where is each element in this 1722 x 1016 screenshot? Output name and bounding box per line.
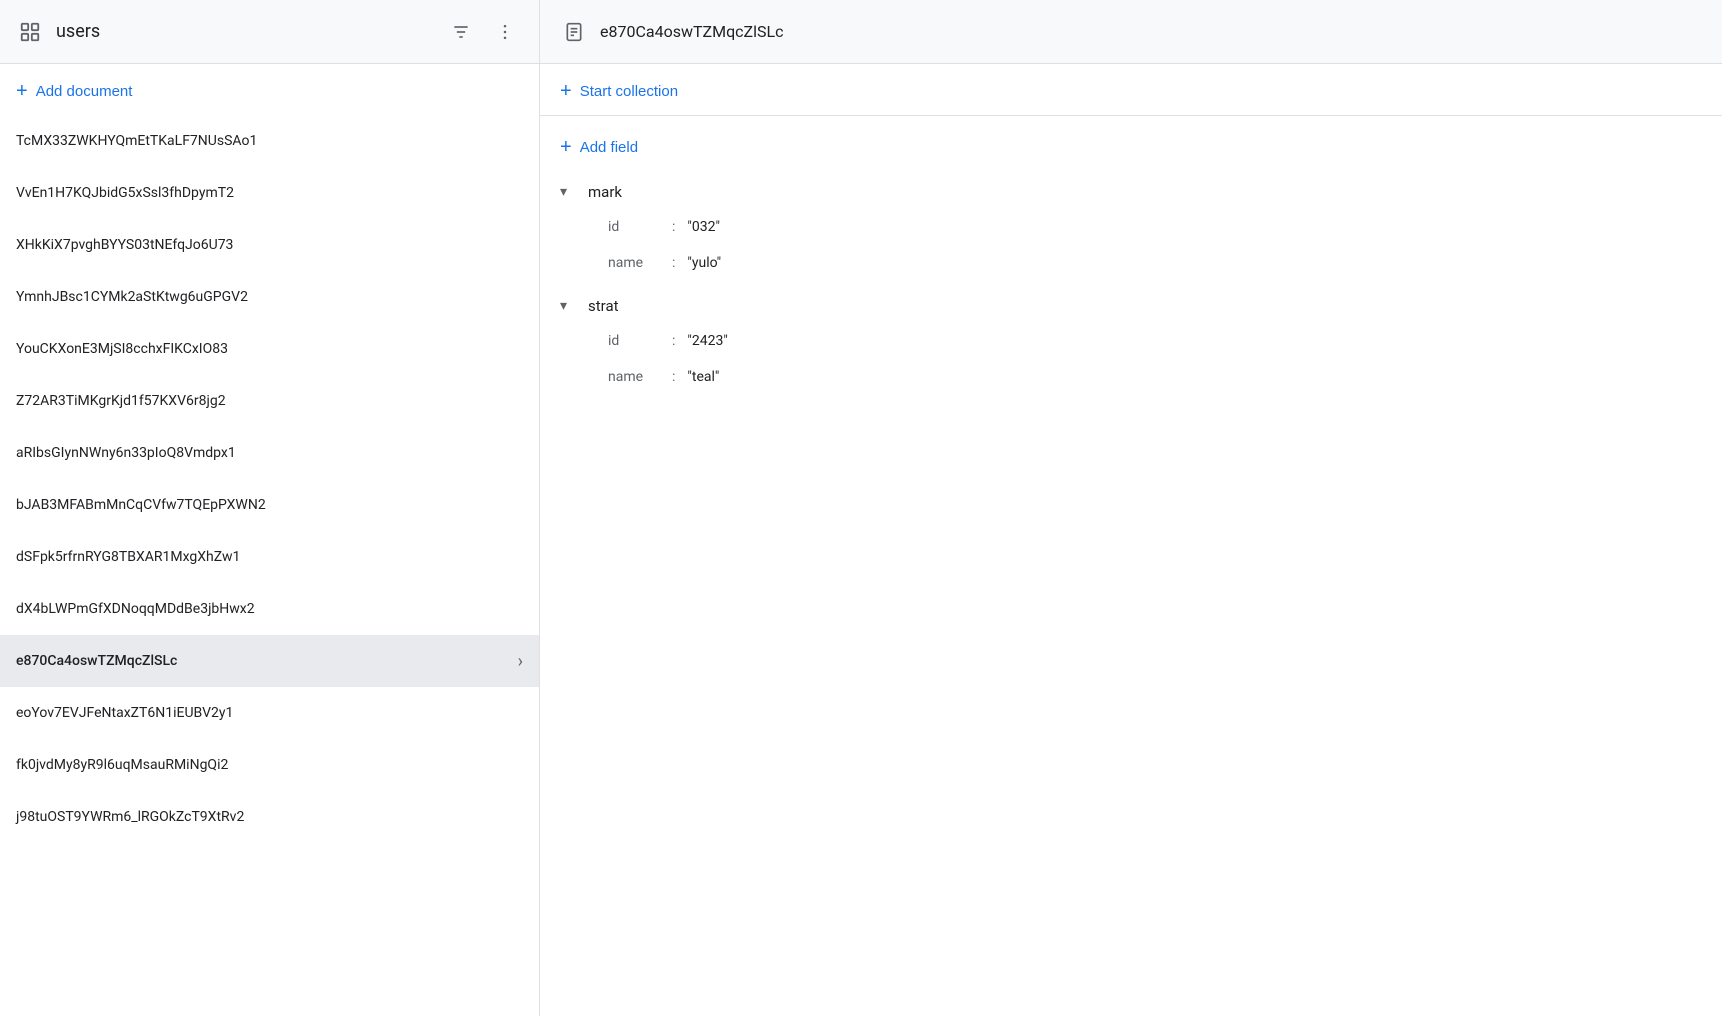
list-item[interactable]: fk0jvdMy8yR9l6uqMsauRMiNgQi2 <box>0 739 539 791</box>
list-item-text: VvEn1H7KQJbidG5xSsl3fhDpymT2 <box>16 185 523 201</box>
add-document-label: Add document <box>36 83 133 100</box>
list-item[interactable]: e870Ca4oswTZMqcZlSLc› <box>0 635 539 687</box>
field-section-header[interactable]: ▾ mark <box>560 175 1702 209</box>
more-options-button[interactable] <box>487 14 523 50</box>
field-entry: id: "2423" <box>608 323 1702 359</box>
fields-container: ▾ mark id: "032" name: "yulo" ▾ strat id: "2423" n… <box>560 175 1702 395</box>
right-panel: + Start collection + Add field ▾ mark id: "… <box>540 64 1722 1016</box>
field-entry-value: "yulo" <box>687 255 721 271</box>
list-item[interactable]: YmnhJBsc1CYMk2aStKtwg6uGPGV2 <box>0 271 539 323</box>
list-item[interactable]: XHkKiX7pvghBYYS03tNEfqJo6U73 <box>0 219 539 271</box>
left-panel-header: users <box>0 0 540 63</box>
list-item[interactable]: YouCKXonE3MjSI8cchxFIKCxIO83 <box>0 323 539 375</box>
start-collection-button[interactable]: + Start collection <box>560 80 678 103</box>
field-entry-key: id <box>608 219 668 235</box>
field-entries: id: "032" name: "yulo" <box>560 209 1702 281</box>
document-list: TcMX33ZWKHYQmEtTKaLF7NUsSAo1 VvEn1H7KQJbi… <box>0 115 539 1016</box>
list-item-text: e870Ca4oswTZMqcZlSLc <box>16 653 518 669</box>
field-name-label: strat <box>588 297 619 315</box>
list-item-text: Z72AR3TiMKgrKjd1f57KXV6r8jg2 <box>16 393 523 409</box>
list-item-text: bJAB3MFABmMnCqCVfw7TQEpPXWN2 <box>16 497 523 513</box>
chevron-down-icon: ▾ <box>560 298 580 314</box>
field-name-label: mark <box>588 183 622 201</box>
list-item-text: dX4bLWPmGfXDNoqqMDdBe3jbHwx2 <box>16 601 523 617</box>
list-item-text: YmnhJBsc1CYMk2aStKtwg6uGPGV2 <box>16 289 523 305</box>
list-item-text: YouCKXonE3MjSI8cchxFIKCxIO83 <box>16 341 523 357</box>
header-actions <box>443 14 523 50</box>
field-entry-separator: : <box>672 219 675 235</box>
list-item[interactable]: VvEn1H7KQJbidG5xSsl3fhDpymT2 <box>0 167 539 219</box>
document-title: e870Ca4oswTZMqcZlSLc <box>600 22 784 41</box>
field-entry-key: id <box>608 333 668 349</box>
field-entry: name: "yulo" <box>608 245 1702 281</box>
list-item[interactable]: eoYov7EVJFeNtaxZT6N1iEUBV2y1 <box>0 687 539 739</box>
field-entry: id: "032" <box>608 209 1702 245</box>
list-item-text: j98tuOST9YWRm6_lRGOkZcT9XtRv2 <box>16 809 523 825</box>
field-entry-value: "032" <box>687 219 720 235</box>
list-item[interactable]: j98tuOST9YWRm6_lRGOkZcT9XtRv2 <box>0 791 539 843</box>
field-entry-value: "2423" <box>687 333 727 349</box>
list-item-text: eoYov7EVJFeNtaxZT6N1iEUBV2y1 <box>16 705 523 721</box>
list-item-text: aRIbsGIynNWny6n33pIoQ8Vmdpx1 <box>16 445 523 461</box>
collection-title: users <box>56 21 431 42</box>
add-field-label: Add field <box>580 139 638 156</box>
field-entry: name: "teal" <box>608 359 1702 395</box>
main-content: + Add document TcMX33ZWKHYQmEtTKaLF7NUsS… <box>0 64 1722 1016</box>
list-item-text: fk0jvdMy8yR9l6uqMsauRMiNgQi2 <box>16 757 523 773</box>
field-entry-key: name <box>608 369 668 385</box>
collection-icon <box>16 18 44 46</box>
chevron-right-icon: › <box>518 651 523 672</box>
field-entry-key: name <box>608 255 668 271</box>
field-entries: id: "2423" name: "teal" <box>560 323 1702 395</box>
field-entry-value: "teal" <box>687 369 719 385</box>
field-section: ▾ mark id: "032" name: "yulo" <box>560 175 1702 281</box>
add-field-plus-icon: + <box>560 136 572 159</box>
list-item[interactable]: Z72AR3TiMKgrKjd1f57KXV6r8jg2 <box>0 375 539 427</box>
list-item[interactable]: TcMX33ZWKHYQmEtTKaLF7NUsSAo1 <box>0 115 539 167</box>
start-collection-label: Start collection <box>580 83 678 100</box>
list-item[interactable]: dX4bLWPmGfXDNoqqMDdBe3jbHwx2 <box>0 583 539 635</box>
add-field-button[interactable]: + Add field <box>560 128 638 175</box>
filter-button[interactable] <box>443 14 479 50</box>
list-item-text: dSFpk5rfrnRYG8TBXAR1MxgXhZw1 <box>16 549 523 565</box>
add-document-button[interactable]: + Add document <box>0 64 539 115</box>
list-item-text: XHkKiX7pvghBYYS03tNEfqJo6U73 <box>16 237 523 253</box>
right-panel-header: e870Ca4oswTZMqcZlSLc <box>540 0 1722 63</box>
field-section: ▾ strat id: "2423" name: "teal" <box>560 289 1702 395</box>
left-panel: + Add document TcMX33ZWKHYQmEtTKaLF7NUsS… <box>0 64 540 1016</box>
start-collection-row: + Start collection <box>540 64 1722 116</box>
list-item-text: TcMX33ZWKHYQmEtTKaLF7NUsSAo1 <box>16 133 523 149</box>
field-entry-separator: : <box>672 369 675 385</box>
field-section-header[interactable]: ▾ strat <box>560 289 1702 323</box>
document-fields: + Add field ▾ mark id: "032" name: "yulo" ▾ str… <box>540 116 1722 1016</box>
add-document-plus-icon: + <box>16 80 28 103</box>
field-entry-separator: : <box>672 333 675 349</box>
list-item[interactable]: bJAB3MFABmMnCqCVfw7TQEpPXWN2 <box>0 479 539 531</box>
top-header: users <box>0 0 1722 64</box>
start-collection-plus-icon: + <box>560 80 572 103</box>
document-icon <box>560 18 588 46</box>
field-entry-separator: : <box>672 255 675 271</box>
list-item[interactable]: dSFpk5rfrnRYG8TBXAR1MxgXhZw1 <box>0 531 539 583</box>
chevron-down-icon: ▾ <box>560 184 580 200</box>
list-item[interactable]: aRIbsGIynNWny6n33pIoQ8Vmdpx1 <box>0 427 539 479</box>
